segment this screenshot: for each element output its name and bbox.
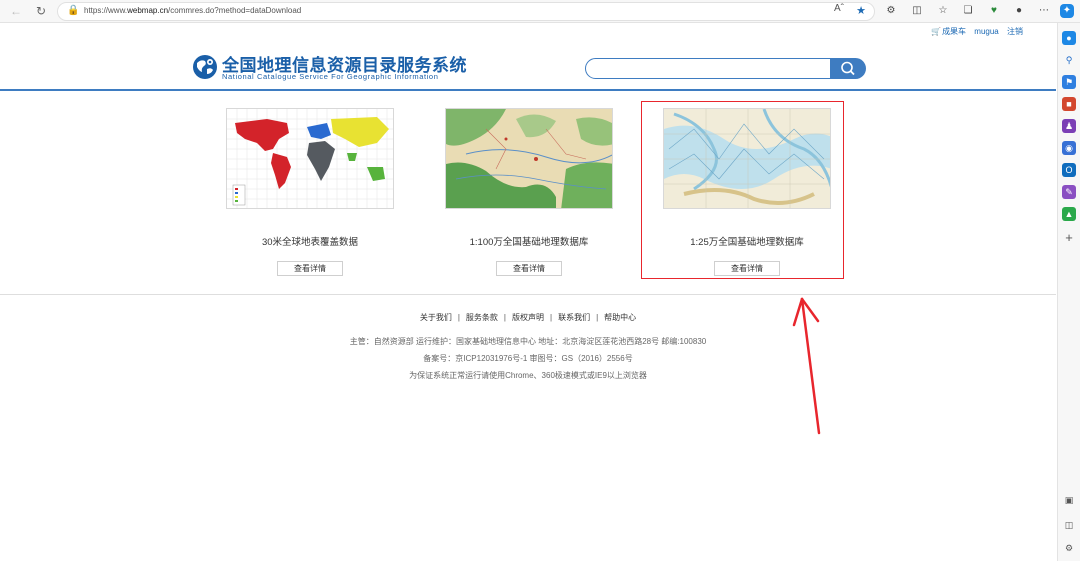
footer-links: 关于我们 | 服务条款 | 版权声明 | 联系我们 | 帮助中心 — [0, 312, 1056, 323]
search-field[interactable] — [585, 58, 831, 79]
designer-icon[interactable]: ✎ — [1062, 185, 1076, 199]
collections-icon[interactable]: ❏ — [961, 4, 975, 18]
world-map-image — [227, 109, 393, 208]
browser-toolbar: ← ↻ 🔒 https://www.webmap.cn/commres.do?m… — [0, 0, 1080, 23]
url-text: https://www.webmap.cn/commres.do?method=… — [84, 6, 302, 15]
globe-logo-icon[interactable] — [192, 54, 218, 80]
footer-sponsor-info: 主管：自然资源部 运行维护：国家基础地理信息中心 地址：北京海淀区莲花池西路28… — [349, 337, 707, 346]
split-screen-icon[interactable]: ◫ — [910, 4, 924, 18]
browser-sidebar: ● ⚲ ⚑ ■ ♟ ◉ O ✎ ▲ + ▣ ◫ ⚙ — [1057, 23, 1080, 561]
footer-browser-notice: 为保证系统正常运行请使用Chrome、360极速模式或IE9以上浏览器 — [409, 371, 647, 380]
help-center-link[interactable]: 帮助中心 — [604, 313, 636, 322]
footer-registration-info: 备案号：京ICP12031976号-1 审图号：GS（2016）2556号 — [423, 354, 633, 363]
webpage: 🛒成果车 mugua 注销 全国地理信息资源目录服务系统 National Ca… — [0, 23, 1056, 561]
annotation-arrow-icon — [792, 297, 821, 435]
view-details-button[interactable]: 查看详情 — [496, 261, 562, 276]
search-input[interactable] — [594, 60, 824, 78]
shopping-tag-icon[interactable]: ⚑ — [1062, 75, 1076, 89]
terms-link[interactable]: 服务条款 — [466, 313, 498, 322]
footer-divider — [0, 294, 1056, 295]
refresh-icon[interactable]: ↻ — [33, 3, 49, 19]
username-link[interactable]: mugua — [974, 27, 998, 36]
search-button[interactable] — [830, 58, 866, 79]
back-icon[interactable]: ← — [8, 3, 24, 19]
notification-icon[interactable]: ● — [1062, 31, 1076, 45]
site-header: 全国地理信息资源目录服务系统 National Catalogue Servic… — [0, 40, 1056, 90]
header-divider — [0, 89, 1056, 91]
more-menu-icon[interactable]: ⋯ — [1037, 4, 1051, 18]
browser-essentials-icon[interactable]: ♥ — [987, 4, 1001, 18]
favorite-star-icon[interactable]: ★ — [854, 4, 868, 18]
profile-icon[interactable]: ● — [1012, 4, 1026, 18]
read-aloud-icon[interactable]: Aˆ — [834, 3, 844, 14]
drop-icon[interactable]: ▲ — [1062, 207, 1076, 221]
footer-separator: | — [457, 313, 460, 322]
copilot-icon[interactable]: ✦ — [1060, 4, 1074, 18]
copyright-link[interactable]: 版权声明 — [512, 313, 544, 322]
card-title[interactable]: 30米全球地表覆盖数据 — [226, 234, 394, 248]
footer-separator: | — [596, 313, 599, 322]
microsoft365-icon[interactable]: ◉ — [1062, 141, 1076, 155]
address-bar[interactable]: 🔒 https://www.webmap.cn/commres.do?metho… — [57, 2, 875, 21]
favorites-icon[interactable]: ☆ — [936, 4, 950, 18]
outlook-icon[interactable]: O — [1062, 163, 1076, 177]
contact-link[interactable]: 联系我们 — [558, 313, 590, 322]
china-terrain-map-image — [446, 109, 612, 208]
sidebar-toggle-icon[interactable]: ◫ — [1062, 518, 1076, 532]
footer-separator: | — [503, 313, 506, 322]
logout-link[interactable]: 注销 — [1007, 27, 1023, 36]
cart-icon[interactable]: 🛒 — [931, 27, 941, 36]
annotation-highlight-box — [641, 101, 844, 279]
site-subtitle: National Catalogue Service For Geographi… — [222, 72, 439, 81]
cart-link[interactable]: 成果车 — [942, 27, 966, 36]
add-icon[interactable]: + — [1062, 231, 1076, 245]
global-cover-thumbnail[interactable] — [226, 108, 394, 209]
settings-icon[interactable]: ⚙ — [1062, 541, 1076, 555]
1m-database-thumbnail[interactable] — [445, 108, 613, 209]
screenshot-icon[interactable]: ▣ — [1062, 493, 1076, 507]
card-title[interactable]: 1:100万全国基础地理数据库 — [445, 234, 613, 248]
search-icon[interactable]: ⚲ — [1062, 53, 1076, 67]
view-details-button[interactable]: 查看详情 — [277, 261, 343, 276]
lock-icon: 🔒 — [67, 5, 80, 16]
user-bar: 🛒成果车 mugua 注销 — [931, 26, 1023, 37]
games-icon[interactable]: ♟ — [1062, 119, 1076, 133]
search-magnifier-icon — [841, 61, 855, 76]
extensions-icon[interactable]: ⚙ — [884, 4, 898, 18]
about-us-link[interactable]: 关于我们 — [420, 313, 452, 322]
footer-separator: | — [550, 313, 553, 322]
tools-icon[interactable]: ■ — [1062, 97, 1076, 111]
